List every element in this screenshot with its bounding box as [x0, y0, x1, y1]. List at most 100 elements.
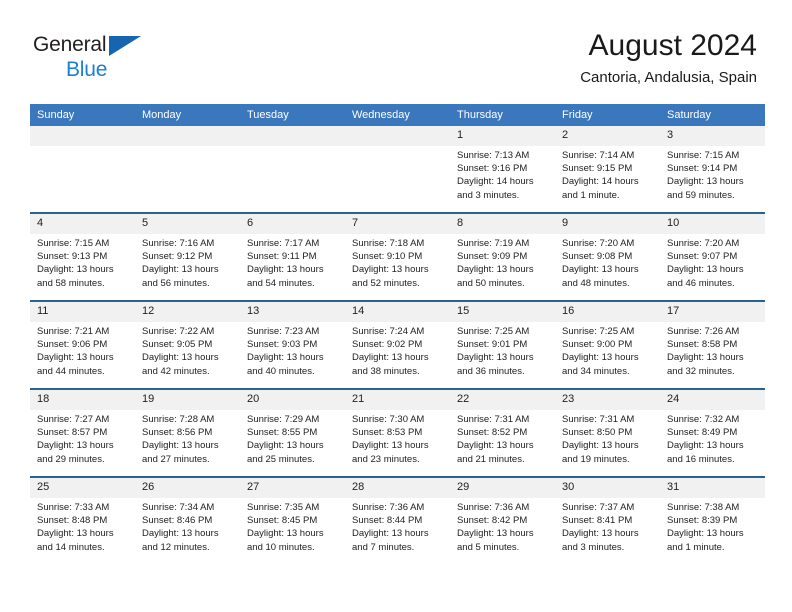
day-number: 27: [240, 478, 345, 498]
daylight-text-line1: Daylight: 13 hours: [667, 440, 744, 452]
day-details: Sunrise: 7:17 AM Sunset: 9:11 PM Daylight:…: [240, 234, 345, 290]
page-title: August 2024: [588, 29, 757, 62]
brand-name-general: General: [33, 33, 213, 57]
calendar-day-cell[interactable]: 21 Sunrise: 7:30 AM Sunset: 8:53 PM Dayligh…: [345, 388, 450, 477]
calendar-day-cell[interactable]: 25 Sunrise: 7:33 AM Sunset: 8:48 PM Dayligh…: [30, 476, 135, 564]
calendar-day-cell[interactable]: 29 Sunrise: 7:36 AM Sunset: 8:42 PM Dayligh…: [450, 476, 555, 564]
calendar-day-cell[interactable]: 12 Sunrise: 7:22 AM Sunset: 9:05 PM Dayligh…: [135, 300, 240, 389]
daylight-text-line2: and 27 minutes.: [142, 453, 210, 465]
sunrise-text: Sunrise: 7:19 AM: [457, 238, 530, 249]
sunrise-text: Sunrise: 7:37 AM: [562, 502, 635, 513]
daylight-text-line1: Daylight: 13 hours: [142, 352, 219, 364]
calendar-week-row: 4 Sunrise: 7:15 AM Sunset: 9:13 PM Daylight…: [30, 212, 765, 301]
sunrise-text: Sunrise: 7:32 AM: [667, 414, 740, 425]
calendar-day-cell[interactable]: 7 Sunrise: 7:18 AM Sunset: 9:10 PM Daylight…: [345, 212, 450, 301]
calendar-day-cell[interactable]: 3 Sunrise: 7:15 AM Sunset: 9:14 PM Daylight…: [660, 126, 765, 213]
sunset-text: Sunset: 9:15 PM: [562, 163, 633, 175]
daylight-text-line1: Daylight: 13 hours: [667, 176, 744, 188]
calendar-week-row: 1 Sunrise: 7:13 AM Sunset: 9:16 PM Daylight…: [30, 126, 765, 213]
day-number: 10: [660, 214, 765, 234]
day-details: Sunrise: 7:34 AM Sunset: 8:46 PM Daylight:…: [135, 498, 240, 554]
daylight-text-line1: Daylight: 14 hours: [562, 176, 639, 188]
sunset-text: Sunset: 8:48 PM: [37, 515, 108, 527]
daylight-text-line2: and 1 minute.: [562, 189, 620, 201]
daylight-text-line2: and 16 minutes.: [667, 453, 735, 465]
calendar-page: General Blue August 2024 Cantoria, Andal…: [0, 0, 792, 612]
sunrise-text: Sunrise: 7:36 AM: [352, 502, 425, 513]
calendar-day-cell[interactable]: 17 Sunrise: 7:26 AM Sunset: 8:58 PM Dayligh…: [660, 300, 765, 389]
day-number: 18: [30, 390, 135, 410]
daylight-text-line1: Daylight: 13 hours: [37, 528, 114, 540]
daylight-text-line1: Daylight: 13 hours: [562, 528, 639, 540]
day-details: Sunrise: 7:25 AM Sunset: 9:00 PM Daylight:…: [555, 322, 660, 378]
brand-logo[interactable]: General Blue: [33, 33, 213, 83]
calendar-day-cell[interactable]: 11 Sunrise: 7:21 AM Sunset: 9:06 PM Dayligh…: [30, 300, 135, 389]
sunrise-text: Sunrise: 7:16 AM: [142, 238, 215, 249]
day-details: Sunrise: 7:36 AM Sunset: 8:42 PM Daylight:…: [450, 498, 555, 554]
calendar-day-cell[interactable]: 2 Sunrise: 7:14 AM Sunset: 9:15 PM Daylight…: [555, 126, 660, 213]
daylight-text-line1: Daylight: 13 hours: [457, 528, 534, 540]
daylight-text-line2: and 54 minutes.: [247, 277, 315, 289]
sunset-text: Sunset: 8:53 PM: [352, 427, 423, 439]
daylight-text-line2: and 3 minutes.: [457, 189, 520, 201]
calendar-day-cell[interactable]: 1 Sunrise: 7:13 AM Sunset: 9:16 PM Daylight…: [450, 126, 555, 213]
daylight-text-line1: Daylight: 13 hours: [37, 440, 114, 452]
calendar-day-cell[interactable]: 14 Sunrise: 7:24 AM Sunset: 9:02 PM Dayligh…: [345, 300, 450, 389]
calendar-day-cell[interactable]: 9 Sunrise: 7:20 AM Sunset: 9:08 PM Daylight…: [555, 212, 660, 301]
weekday-header-tuesday: Tuesday: [240, 104, 345, 126]
calendar-day-cell[interactable]: 31 Sunrise: 7:38 AM Sunset: 8:39 PM Dayligh…: [660, 476, 765, 564]
daylight-text-line1: Daylight: 13 hours: [142, 264, 219, 276]
day-details: Sunrise: 7:23 AM Sunset: 9:03 PM Daylight:…: [240, 322, 345, 378]
day-details: Sunrise: 7:21 AM Sunset: 9:06 PM Daylight:…: [30, 322, 135, 378]
day-details: Sunrise: 7:20 AM Sunset: 9:08 PM Daylight:…: [555, 234, 660, 290]
calendar-day-cell[interactable]: 23 Sunrise: 7:31 AM Sunset: 8:50 PM Dayligh…: [555, 388, 660, 477]
day-number: 11: [30, 302, 135, 322]
calendar-day-cell[interactable]: 26 Sunrise: 7:34 AM Sunset: 8:46 PM Dayligh…: [135, 476, 240, 564]
calendar-day-cell[interactable]: 24 Sunrise: 7:32 AM Sunset: 8:49 PM Dayligh…: [660, 388, 765, 477]
day-details: Sunrise: 7:35 AM Sunset: 8:45 PM Daylight:…: [240, 498, 345, 554]
day-details: Sunrise: 7:28 AM Sunset: 8:56 PM Daylight:…: [135, 410, 240, 466]
calendar-day-cell[interactable]: 8 Sunrise: 7:19 AM Sunset: 9:09 PM Daylight…: [450, 212, 555, 301]
calendar-day-cell[interactable]: 6 Sunrise: 7:17 AM Sunset: 9:11 PM Daylight…: [240, 212, 345, 301]
day-number: 25: [30, 478, 135, 498]
daylight-text-line2: and 5 minutes.: [457, 541, 520, 553]
daylight-text-line2: and 58 minutes.: [37, 277, 105, 289]
daylight-text-line1: Daylight: 13 hours: [667, 264, 744, 276]
calendar-day-cell[interactable]: 5 Sunrise: 7:16 AM Sunset: 9:12 PM Daylight…: [135, 212, 240, 301]
calendar-body: 1 Sunrise: 7:13 AM Sunset: 9:16 PM Daylight…: [30, 126, 765, 564]
calendar-day-cell[interactable]: 19 Sunrise: 7:28 AM Sunset: 8:56 PM Dayligh…: [135, 388, 240, 477]
calendar-day-cell[interactable]: 18 Sunrise: 7:27 AM Sunset: 8:57 PM Dayligh…: [30, 388, 135, 477]
calendar-day-cell[interactable]: 15 Sunrise: 7:25 AM Sunset: 9:01 PM Dayligh…: [450, 300, 555, 389]
day-number: 7: [345, 214, 450, 234]
day-details: Sunrise: 7:32 AM Sunset: 8:49 PM Daylight:…: [660, 410, 765, 466]
calendar-day-cell[interactable]: 27 Sunrise: 7:35 AM Sunset: 8:45 PM Dayligh…: [240, 476, 345, 564]
calendar-day-cell[interactable]: 13 Sunrise: 7:23 AM Sunset: 9:03 PM Dayligh…: [240, 300, 345, 389]
calendar-day-cell[interactable]: 10 Sunrise: 7:20 AM Sunset: 9:07 PM Dayligh…: [660, 212, 765, 301]
daylight-text-line2: and 7 minutes.: [352, 541, 415, 553]
daylight-text-line2: and 34 minutes.: [562, 365, 630, 377]
sunrise-text: Sunrise: 7:24 AM: [352, 326, 425, 337]
calendar-day-cell[interactable]: 16 Sunrise: 7:25 AM Sunset: 9:00 PM Dayligh…: [555, 300, 660, 389]
sunrise-text: Sunrise: 7:20 AM: [667, 238, 740, 249]
daylight-text-line1: Daylight: 13 hours: [142, 440, 219, 452]
calendar-day-cell[interactable]: 4 Sunrise: 7:15 AM Sunset: 9:13 PM Daylight…: [30, 212, 135, 301]
day-number: [345, 126, 450, 146]
day-number: [240, 126, 345, 146]
sunset-text: Sunset: 9:10 PM: [352, 251, 423, 263]
daylight-text-line1: Daylight: 13 hours: [247, 264, 324, 276]
day-number: 31: [660, 478, 765, 498]
calendar-day-cell[interactable]: 20 Sunrise: 7:29 AM Sunset: 8:55 PM Dayligh…: [240, 388, 345, 477]
day-number: 24: [660, 390, 765, 410]
sunset-text: Sunset: 8:46 PM: [142, 515, 213, 527]
page-subtitle: Cantoria, Andalusia, Spain: [580, 69, 757, 86]
day-details: Sunrise: 7:30 AM Sunset: 8:53 PM Daylight:…: [345, 410, 450, 466]
calendar-day-cell[interactable]: 22 Sunrise: 7:31 AM Sunset: 8:52 PM Dayligh…: [450, 388, 555, 477]
calendar-day-cell[interactable]: 28 Sunrise: 7:36 AM Sunset: 8:44 PM Dayligh…: [345, 476, 450, 564]
sunset-text: Sunset: 9:08 PM: [562, 251, 633, 263]
calendar-day-cell[interactable]: 30 Sunrise: 7:37 AM Sunset: 8:41 PM Dayligh…: [555, 476, 660, 564]
sunset-text: Sunset: 9:14 PM: [667, 163, 738, 175]
day-number: 19: [135, 390, 240, 410]
day-details: Sunrise: 7:29 AM Sunset: 8:55 PM Daylight:…: [240, 410, 345, 466]
day-details: Sunrise: 7:18 AM Sunset: 9:10 PM Daylight:…: [345, 234, 450, 290]
daylight-text-line1: Daylight: 13 hours: [667, 352, 744, 364]
